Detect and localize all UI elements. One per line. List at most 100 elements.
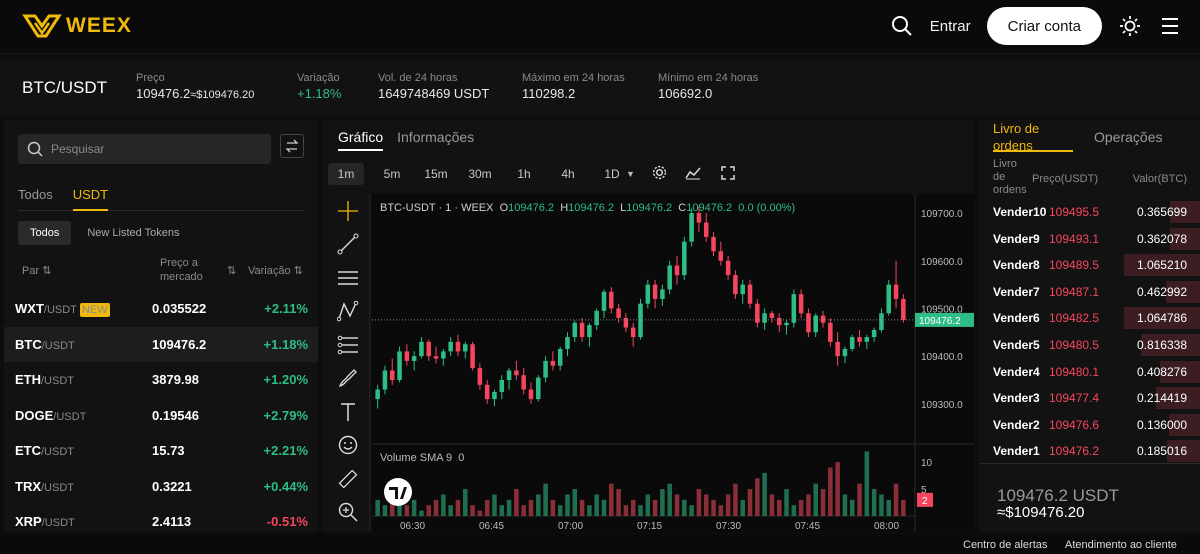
theme-toggle-sun-icon[interactable] bbox=[1118, 14, 1142, 38]
ruler-tool-icon[interactable] bbox=[326, 462, 370, 496]
search-icon[interactable] bbox=[890, 14, 914, 38]
brush-tool-icon[interactable] bbox=[326, 362, 370, 396]
ask-level: Vender10 bbox=[993, 205, 1047, 219]
stat-change-value: +1.18% bbox=[297, 86, 342, 101]
legend-o-label: O bbox=[499, 202, 509, 214]
market-price: 0.19546 bbox=[152, 407, 199, 423]
volume-bar bbox=[733, 483, 738, 516]
volume-bar bbox=[375, 499, 380, 516]
candle-body bbox=[901, 298, 906, 320]
trend-line-tool-icon[interactable] bbox=[326, 228, 370, 262]
volume-bar bbox=[901, 499, 906, 516]
emoji-tool-icon[interactable] bbox=[326, 429, 370, 463]
tab-all[interactable]: Todos bbox=[18, 187, 53, 211]
timeframe-5m[interactable]: 5m bbox=[370, 167, 414, 181]
volume-bar bbox=[820, 489, 826, 516]
y-tick-label: 109300.0 bbox=[921, 400, 963, 411]
tab-chart[interactable]: Gráfico bbox=[338, 129, 384, 151]
candlestick-chart[interactable]: 109700.0 109600.0 109500.0 109400.0 109300.0… bbox=[372, 194, 974, 532]
stat-volume: Vol. de 24 horas 1649748469 USDT bbox=[378, 72, 489, 101]
alerts-center-link[interactable]: Centro de alertas bbox=[963, 539, 1047, 551]
volume-bar bbox=[864, 451, 870, 516]
swap-view-button[interactable] bbox=[280, 134, 304, 158]
timeframe-15m[interactable]: 15m bbox=[414, 167, 458, 181]
ask-price: 109476.2 bbox=[1049, 444, 1100, 459]
market-row-doge[interactable]: DOGE/USDT 0.19546 +2.79% bbox=[4, 398, 318, 434]
timeframe-1h[interactable]: 1h bbox=[502, 167, 546, 181]
col-pair-sort[interactable]: Par ⇅ bbox=[22, 264, 51, 277]
market-quote: /USDT bbox=[41, 446, 74, 458]
login-link[interactable]: Entrar bbox=[930, 18, 971, 35]
fullscreen-icon[interactable] bbox=[711, 165, 745, 183]
pattern-tool-icon[interactable] bbox=[326, 295, 370, 329]
swap-arrows-icon bbox=[285, 139, 299, 153]
tab-order-book[interactable]: Livro de ordens bbox=[993, 120, 1073, 153]
head-level-1: Livro bbox=[993, 158, 1017, 170]
volume-bar bbox=[798, 499, 804, 516]
timeframe-1m[interactable]: 1m bbox=[328, 163, 364, 185]
ask-value: 1.064786 bbox=[1136, 311, 1187, 326]
top-navigation-bar: WEEX Entrar Criar conta bbox=[0, 0, 1200, 54]
market-row-trx[interactable]: TRX/USDT 0.3221 +0.44% bbox=[4, 469, 318, 505]
chart-canvas[interactable]: 109700.0109600.0109500.0109400.0109300.0… bbox=[372, 194, 974, 532]
chart-settings-gear-icon[interactable] bbox=[645, 165, 675, 183]
customer-support-link[interactable]: Atendimento ao cliente bbox=[1065, 539, 1177, 551]
market-price: 109476.2 bbox=[152, 336, 207, 352]
market-search-input[interactable] bbox=[51, 142, 251, 156]
tab-order-book-line-1: Livro de bbox=[993, 121, 1040, 136]
timeframe-dropdown-icon[interactable]: ▼ bbox=[626, 169, 635, 179]
horizontal-lines-tool-icon[interactable] bbox=[326, 261, 370, 295]
crosshair-tool-icon[interactable] bbox=[326, 194, 370, 228]
candle-body bbox=[696, 213, 702, 223]
menu-hamburger-icon[interactable] bbox=[1158, 14, 1182, 38]
legend-high: 109476.2 bbox=[568, 202, 615, 214]
weex-logo[interactable]: WEEX bbox=[22, 13, 132, 39]
timeframe-4h[interactable]: 4h bbox=[546, 167, 590, 181]
chart-tabs: Gráfico Informações bbox=[338, 129, 474, 151]
market-search[interactable] bbox=[18, 134, 271, 164]
ask-row[interactable]: Vender4 109480.1 0.408276 bbox=[979, 359, 1200, 386]
signup-button[interactable]: Criar conta bbox=[986, 7, 1102, 45]
pair-title[interactable]: BTC/USDT bbox=[22, 78, 107, 98]
col-price-sort[interactable]: Preço a mercado bbox=[160, 256, 203, 284]
subtab-all[interactable]: Todos bbox=[18, 221, 72, 245]
candle-body bbox=[776, 318, 782, 326]
tab-trades[interactable]: Operações bbox=[1094, 129, 1162, 145]
col-change-sort[interactable]: Variação ⇅ bbox=[248, 264, 303, 277]
tab-usdt[interactable]: USDT bbox=[72, 187, 109, 211]
fib-tool-icon[interactable] bbox=[326, 328, 370, 362]
ask-row[interactable]: Vender9 109493.1 0.362078 bbox=[979, 226, 1200, 253]
ask-row[interactable]: Vender2 109476.6 0.136000 bbox=[979, 412, 1200, 439]
zoom-in-tool-icon[interactable] bbox=[326, 496, 370, 530]
stat-low-value: 106692.0 bbox=[658, 86, 713, 101]
market-price: 0.3221 bbox=[152, 478, 192, 494]
head-level-2: de bbox=[993, 171, 1006, 183]
ask-row[interactable]: Vender1 109476.2 0.185016 bbox=[979, 438, 1200, 465]
volume-bar bbox=[718, 505, 724, 516]
text-tool-icon[interactable] bbox=[326, 395, 370, 429]
ask-value: 1.065210 bbox=[1136, 258, 1187, 273]
ask-row[interactable]: Vender8 109489.5 1.065210 bbox=[979, 252, 1200, 279]
timeframe-30m[interactable]: 30m bbox=[458, 167, 502, 181]
ask-row[interactable]: Vender10 109495.5 0.365699 bbox=[979, 199, 1200, 226]
ask-row[interactable]: Vender5 109480.5 0.816338 bbox=[979, 332, 1200, 359]
tab-info[interactable]: Informações bbox=[397, 129, 474, 151]
candle-body bbox=[506, 370, 512, 380]
market-row-wxt[interactable]: WXT/USDT NEW 0.035522 +2.11% bbox=[4, 291, 318, 327]
ask-row[interactable]: Vender7 109487.1 0.462992 bbox=[979, 279, 1200, 306]
market-row-etc[interactable]: ETC/USDT 15.73 +2.21% bbox=[4, 433, 318, 469]
volume-bar bbox=[609, 483, 614, 516]
legend-open: 109476.2 bbox=[508, 202, 555, 214]
ask-row[interactable]: Vender3 109477.4 0.214419 bbox=[979, 385, 1200, 412]
ask-row[interactable]: Vender6 109482.5 1.064786 bbox=[979, 305, 1200, 332]
col-price-label-2: mercado bbox=[160, 271, 203, 283]
market-row-btc[interactable]: BTC/USDT 109476.2 +1.18% bbox=[4, 326, 318, 362]
market-row-eth[interactable]: ETH/USDT 3879.98 +1.20% bbox=[4, 362, 318, 398]
volume-bar bbox=[784, 489, 789, 516]
indicators-icon[interactable] bbox=[675, 166, 711, 183]
candle-body bbox=[499, 380, 505, 392]
col-price-sort-icon[interactable]: ⇅ bbox=[227, 264, 236, 277]
subtab-new-listed[interactable]: New Listed Tokens bbox=[75, 221, 191, 245]
timeframe-toolbar: 1m 5m 15m 30m 1h 4h 1D ▼ bbox=[326, 160, 974, 188]
candle-body bbox=[667, 265, 672, 290]
